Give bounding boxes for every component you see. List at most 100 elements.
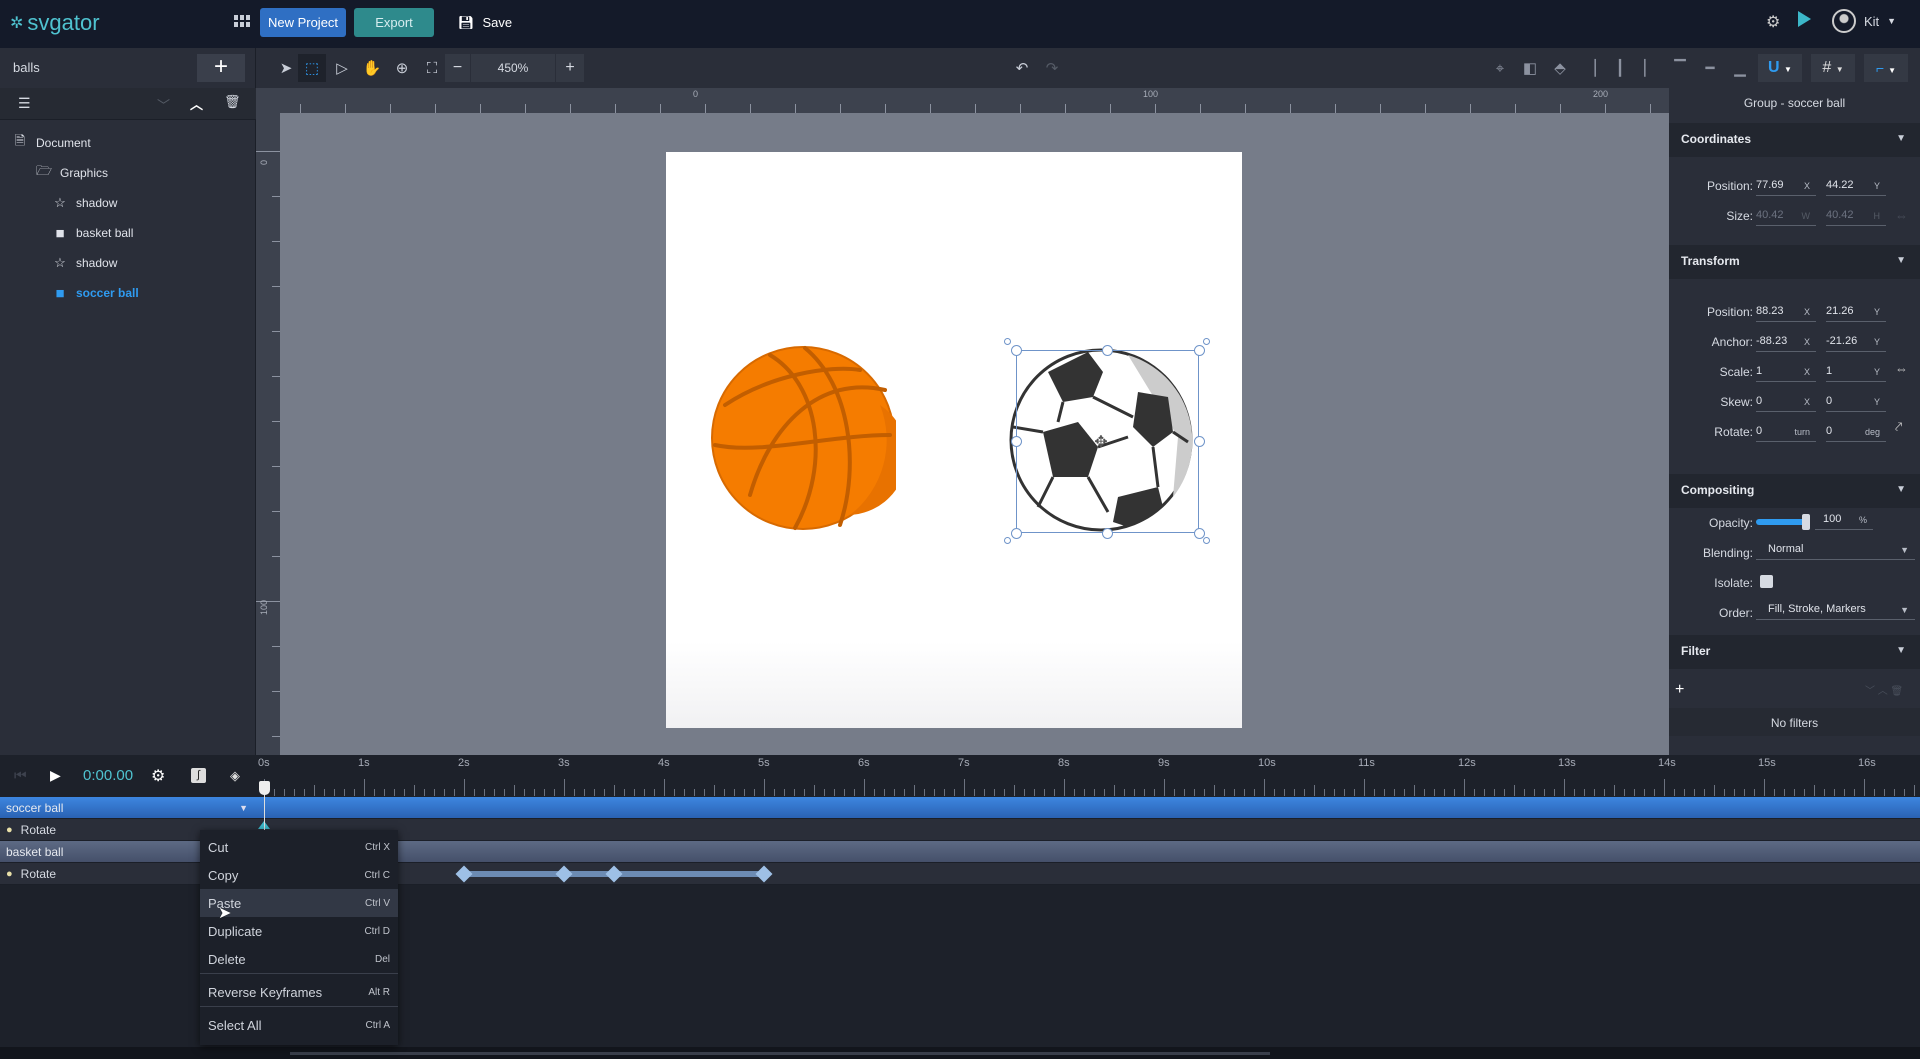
settings-icon[interactable]: ⚙ [151, 766, 165, 786]
order-select[interactable]: Fill, Stroke, Markers ▼ [1756, 600, 1915, 620]
logo[interactable]: ✲ svgator [10, 10, 100, 36]
transform-section-header[interactable]: Transform ▼ [1669, 245, 1920, 279]
resize-handle[interactable] [1194, 345, 1205, 356]
resize-handle[interactable] [1011, 528, 1022, 539]
transform-scale-x[interactable]: 1X [1756, 362, 1816, 382]
context-menu-item-cut[interactable]: Cut Ctrl X [200, 833, 398, 861]
keyframe-bulb-icon[interactable]: ● [6, 868, 13, 880]
timeline-group-row[interactable]: soccer ball ▼ [0, 797, 256, 819]
time-scale[interactable]: 0s 1s 2s 3s 4s 5s 6s 7s 8s 9s 10s 11s 12s 13s 14s 15s 16… [256, 755, 1920, 796]
context-menu-item-delete[interactable]: Delete Del [200, 945, 398, 973]
align-center-target-icon[interactable]: ⌖ [1488, 56, 1512, 80]
project-name[interactable]: balls [13, 60, 40, 75]
isolate-checkbox[interactable] [1760, 575, 1773, 588]
playhead-handle[interactable] [259, 781, 270, 795]
node-tool-icon[interactable]: ▷ [330, 56, 354, 80]
timeline-group-track[interactable] [256, 841, 1920, 863]
transform-scale-y[interactable]: 1Y [1826, 362, 1886, 382]
flip-vertical-icon[interactable]: ⬘ [1548, 56, 1572, 80]
add-layer-button[interactable]: + [197, 54, 245, 82]
layer-item[interactable]: 🗁︎ Graphics [36, 160, 108, 186]
transform-skew-y[interactable]: 0Y [1826, 392, 1886, 412]
zoom-out-button[interactable]: − [445, 59, 470, 77]
opacity-field[interactable]: 100% [1815, 510, 1873, 530]
selection-box[interactable] [1016, 350, 1199, 533]
context-menu-item-copy[interactable]: Copy Ctrl C [200, 861, 398, 889]
rotate-origin-icon[interactable]: ⤤ [1895, 419, 1902, 435]
transform-rot-deg[interactable]: 0 deg [1826, 422, 1886, 442]
rotate-handle[interactable] [1004, 338, 1011, 345]
rotate-handle[interactable] [1004, 537, 1011, 544]
coordinates-section-header[interactable]: Coordinates ▼ [1669, 123, 1920, 157]
move-up-icon[interactable]: ︿ [190, 94, 203, 113]
new-project-button[interactable]: New Project [260, 8, 346, 37]
horizontal-ruler[interactable]: 0 100 200 [280, 88, 1669, 113]
select-tool-icon[interactable]: ➤ [274, 56, 298, 80]
resize-handle[interactable] [1011, 345, 1022, 356]
caret-down-icon[interactable]: ▼ [239, 803, 248, 813]
save-button[interactable]: 💾︎ Save [455, 8, 515, 37]
context-menu-item-select-all[interactable]: Select All Ctrl A [200, 1011, 398, 1039]
move-down-icon[interactable]: ﹀ [157, 95, 170, 114]
transform-skew-x[interactable]: 0X [1756, 392, 1816, 412]
coord-size-w[interactable]: 40.42 W [1756, 206, 1816, 226]
preview-settings-icon[interactable]: ⚙ [1766, 12, 1780, 32]
coord-size-h[interactable]: 40.42 H [1826, 206, 1886, 226]
transform-pos-x[interactable]: 88.23 X [1756, 302, 1816, 322]
rotate-handle[interactable] [1203, 537, 1210, 544]
coord-position-x[interactable]: 77.69 X [1756, 176, 1816, 196]
scrollbar-thumb[interactable] [290, 1052, 1270, 1055]
easing-icon[interactable]: ∫ [191, 768, 206, 783]
export-button[interactable]: Export [354, 8, 434, 37]
rotate-handle[interactable] [1203, 338, 1210, 345]
redo-icon[interactable]: ↷ [1040, 56, 1064, 80]
timeline-group-track[interactable] [256, 797, 1920, 819]
hand-tool-icon[interactable]: ✋ [360, 56, 384, 80]
sort-icon[interactable]: ☰ [18, 95, 31, 112]
align-right-icon[interactable]: ▏ [1638, 56, 1662, 80]
align-bottom-icon[interactable]: ▁ [1728, 56, 1752, 80]
layer-item[interactable]: 🗎︎ Document [12, 130, 91, 156]
delete-icon[interactable]: 🗑︎ [224, 94, 241, 110]
align-top-icon[interactable]: ▔ [1668, 56, 1692, 80]
align-h-center-icon[interactable]: ┃ [1608, 56, 1632, 80]
opacity-slider[interactable] [1756, 519, 1808, 525]
layer-item[interactable]: ■ basket ball [52, 220, 133, 246]
add-filter-button[interactable]: + [1675, 681, 1684, 699]
grid-toggle[interactable]: # ▼ [1811, 54, 1855, 82]
user-menu[interactable]: Kit ▼ [1832, 9, 1896, 33]
keyframe-bulb-icon[interactable]: ● [6, 824, 13, 836]
basketball[interactable] [710, 345, 896, 531]
context-menu-item-reverse-keyframes[interactable]: Reverse Keyframes Alt R [200, 978, 398, 1006]
resize-handle[interactable] [1194, 436, 1205, 447]
timeline-tracks[interactable]: 0s 1s 2s 3s 4s 5s 6s 7s 8s 9s 10s 11s 12s 13s 14s 15s 16… [256, 755, 1920, 1059]
zoom-tool-icon[interactable]: ⊕ [390, 56, 414, 80]
fit-screen-icon[interactable]: ⛶ [420, 56, 444, 80]
snapping-toggle[interactable]: U ▼ [1758, 54, 1802, 82]
rulers-toggle[interactable]: ⌐ ▼ [1864, 54, 1908, 82]
current-time[interactable]: 0:00.00 [83, 767, 133, 784]
opacity-slider-handle[interactable] [1802, 514, 1810, 530]
zoom-in-button[interactable]: + [556, 59, 584, 77]
flip-horizontal-icon[interactable]: ◧ [1518, 56, 1542, 80]
resize-handle[interactable] [1102, 528, 1113, 539]
resize-handle[interactable] [1011, 436, 1022, 447]
link-scale-icon[interactable]: ⇔ [1895, 361, 1908, 376]
filter-section-header[interactable]: Filter ▼ [1669, 635, 1920, 669]
undo-icon[interactable]: ↶ [1010, 56, 1034, 80]
layer-item[interactable]: ☆ shadow [52, 250, 117, 276]
play-button[interactable]: ▶ [50, 767, 61, 784]
keyframe-toggle-icon[interactable]: ◈ [230, 768, 240, 784]
zoom-level[interactable]: 450% [470, 54, 556, 82]
transform-tool-icon[interactable]: ⬚ [298, 54, 326, 82]
dashboard-grid-icon[interactable] [234, 15, 250, 27]
transform-pos-y[interactable]: 21.26 Y [1826, 302, 1886, 322]
transform-anc-x[interactable]: -88.23 X [1756, 332, 1816, 352]
skip-start-icon[interactable]: ⏮ [14, 767, 27, 784]
align-left-icon[interactable]: ▕ [1578, 56, 1602, 80]
transform-anc-y[interactable]: -21.26 Y [1826, 332, 1886, 352]
link-ratio-icon[interactable]: ⇔ [1895, 208, 1908, 223]
compositing-section-header[interactable]: Compositing ▼ [1669, 474, 1920, 508]
canvas-viewport[interactable]: 0 100 200 0 100 ✥ [256, 88, 1669, 755]
vertical-ruler[interactable]: 0 100 [256, 113, 280, 755]
